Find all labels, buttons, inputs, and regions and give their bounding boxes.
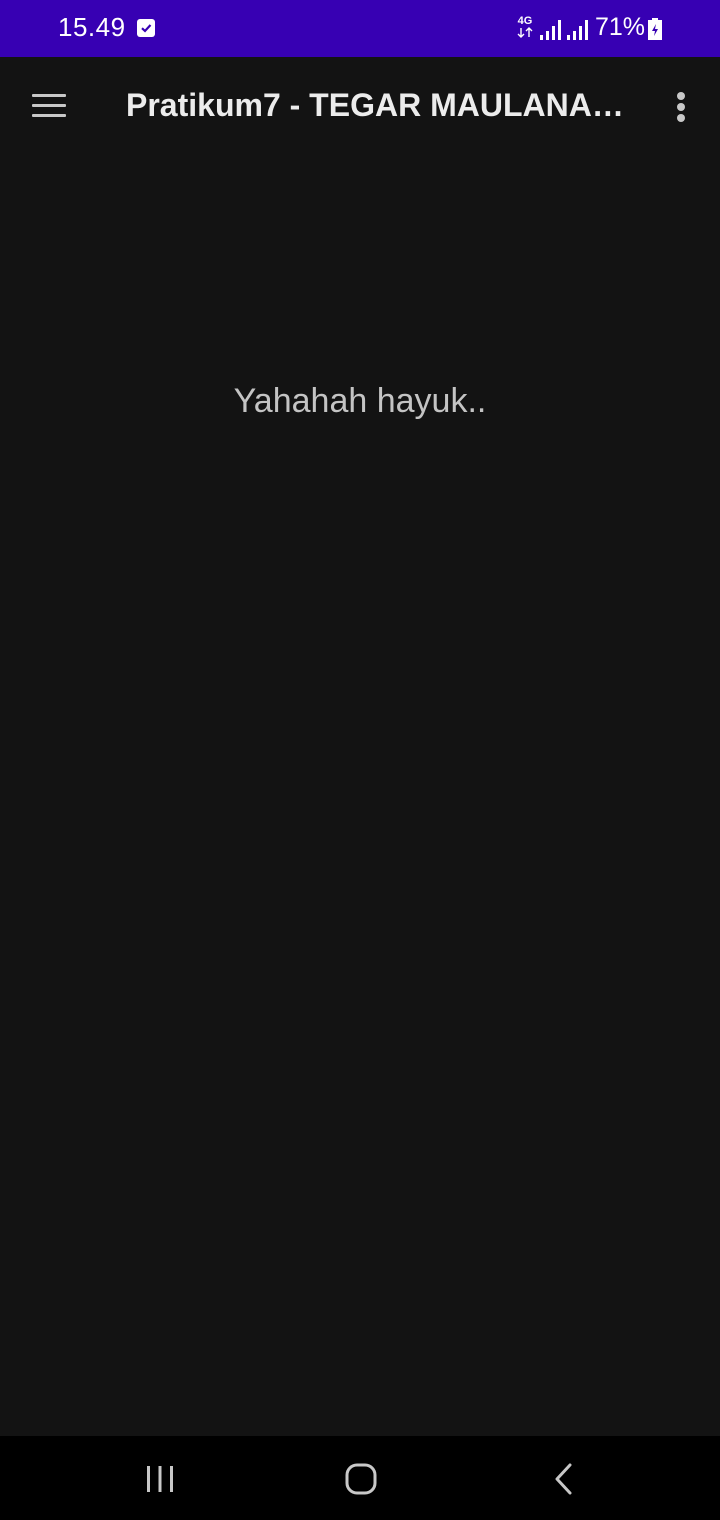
network-type-label: 4G bbox=[517, 15, 533, 27]
app-bar: Pratikum7 - TEGAR MAULANA… bbox=[0, 57, 720, 157]
signal-icon bbox=[567, 20, 588, 40]
hamburger-menu-icon[interactable] bbox=[22, 84, 76, 128]
status-time: 15.49 bbox=[58, 12, 126, 42]
network-type-indicator: 4G bbox=[516, 16, 534, 40]
status-bar: 15.49 4G 71% bbox=[0, 0, 720, 57]
more-vertical-icon[interactable] bbox=[660, 84, 702, 128]
battery-percent: 71% bbox=[595, 13, 646, 41]
app-title: Pratikum7 - TEGAR MAULANA… bbox=[126, 87, 624, 123]
checkbox-notification-icon bbox=[137, 19, 155, 37]
home-icon[interactable] bbox=[331, 1454, 391, 1504]
content-message: Yahahah hayuk.. bbox=[233, 382, 487, 420]
app-screen: 15.49 4G 71% Pratikum7 - TEGAR MAULANA… … bbox=[0, 0, 720, 1520]
back-icon[interactable] bbox=[533, 1454, 593, 1504]
battery-charging-icon bbox=[648, 18, 662, 40]
signal-icon bbox=[540, 20, 561, 40]
navigation-bar bbox=[0, 1436, 720, 1520]
recent-apps-icon[interactable] bbox=[130, 1454, 190, 1504]
data-arrows-icon bbox=[517, 27, 533, 38]
